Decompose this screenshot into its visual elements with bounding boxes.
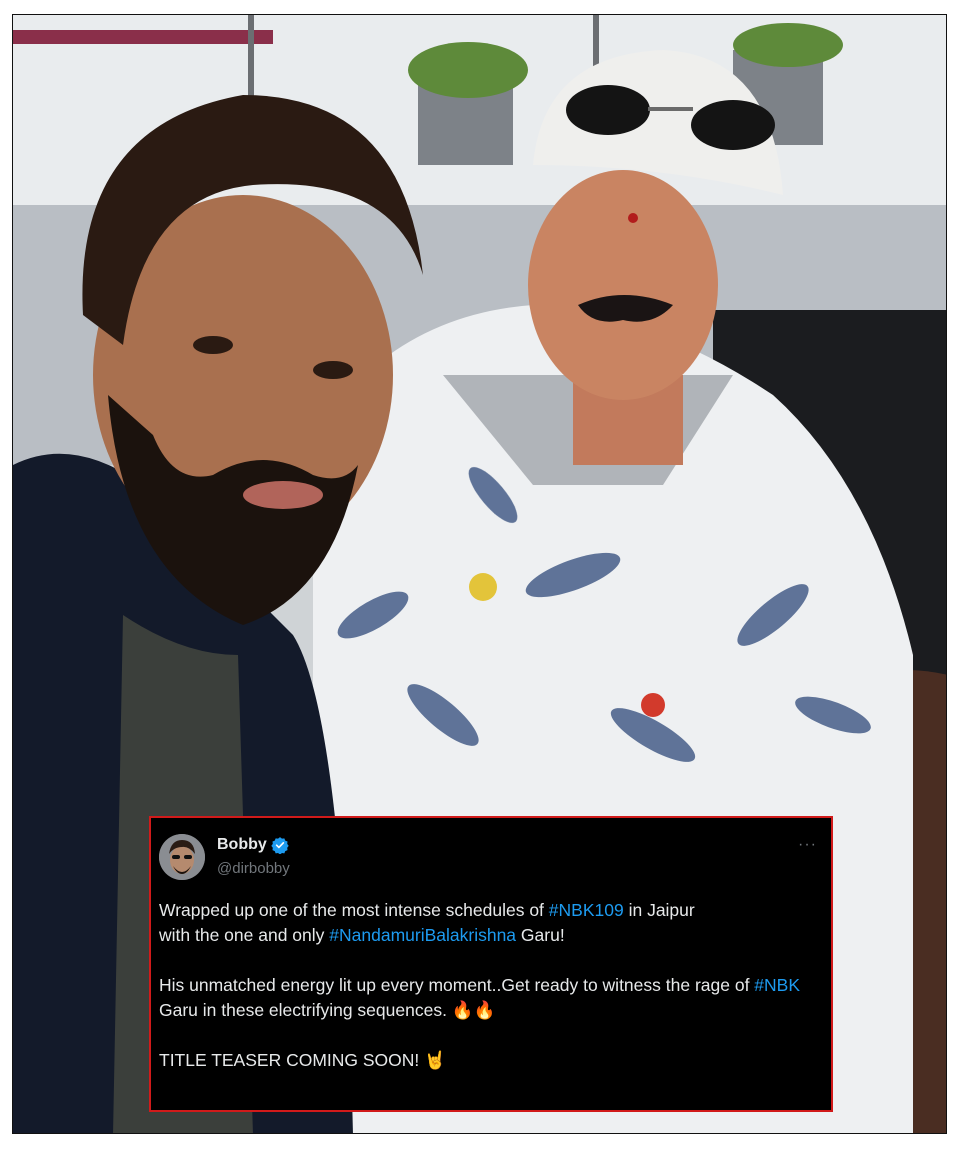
hashtag-nbk[interactable]: #NBK bbox=[754, 975, 800, 995]
verified-badge-icon bbox=[271, 837, 289, 854]
tweet-body: Wrapped up one of the most intense sched… bbox=[159, 898, 819, 1098]
avatar-image bbox=[159, 834, 205, 880]
hashtag-nandamuribalakrishna[interactable]: #NandamuriBalakrishna bbox=[329, 925, 516, 945]
tweet-text-segment: Garu! bbox=[516, 925, 565, 945]
tweet-text-segment: in Jaipur bbox=[623, 900, 695, 920]
author-display-name[interactable]: Bobby bbox=[217, 836, 267, 854]
tweet-text-segment: Garu in these electrifying sequences. bbox=[159, 1000, 452, 1020]
hashtag-nbk109[interactable]: #NBK109 bbox=[549, 900, 624, 920]
tweet-paragraph-1: Wrapped up one of the most intense sched… bbox=[159, 898, 819, 948]
tweet-text-segment: Wrapped up one of the most intense sched… bbox=[159, 900, 549, 920]
tweet-text-segment: with the one and only bbox=[159, 925, 330, 945]
more-options-icon[interactable]: ··· bbox=[798, 836, 817, 854]
tweet-paragraph-3: TITLE TEASER COMING SOON! 🤘 bbox=[159, 1048, 819, 1073]
author-handle[interactable]: @dirbobby bbox=[217, 860, 290, 877]
tweet-text-segment: TITLE TEASER COMING SOON! bbox=[159, 1050, 425, 1070]
fire-emoji-icon: 🔥🔥 bbox=[451, 1000, 496, 1020]
tweet-author-row: Bobby bbox=[217, 836, 289, 854]
rock-hand-emoji-icon: 🤘 bbox=[424, 1050, 446, 1070]
tweet-card[interactable]: Bobby @dirbobby ··· Wrapped up one of th… bbox=[149, 816, 833, 1112]
tweet-paragraph-2: His unmatched energy lit up every moment… bbox=[159, 973, 819, 1023]
avatar[interactable] bbox=[159, 834, 205, 880]
tweet-text-segment: His unmatched energy lit up every moment… bbox=[159, 975, 755, 995]
